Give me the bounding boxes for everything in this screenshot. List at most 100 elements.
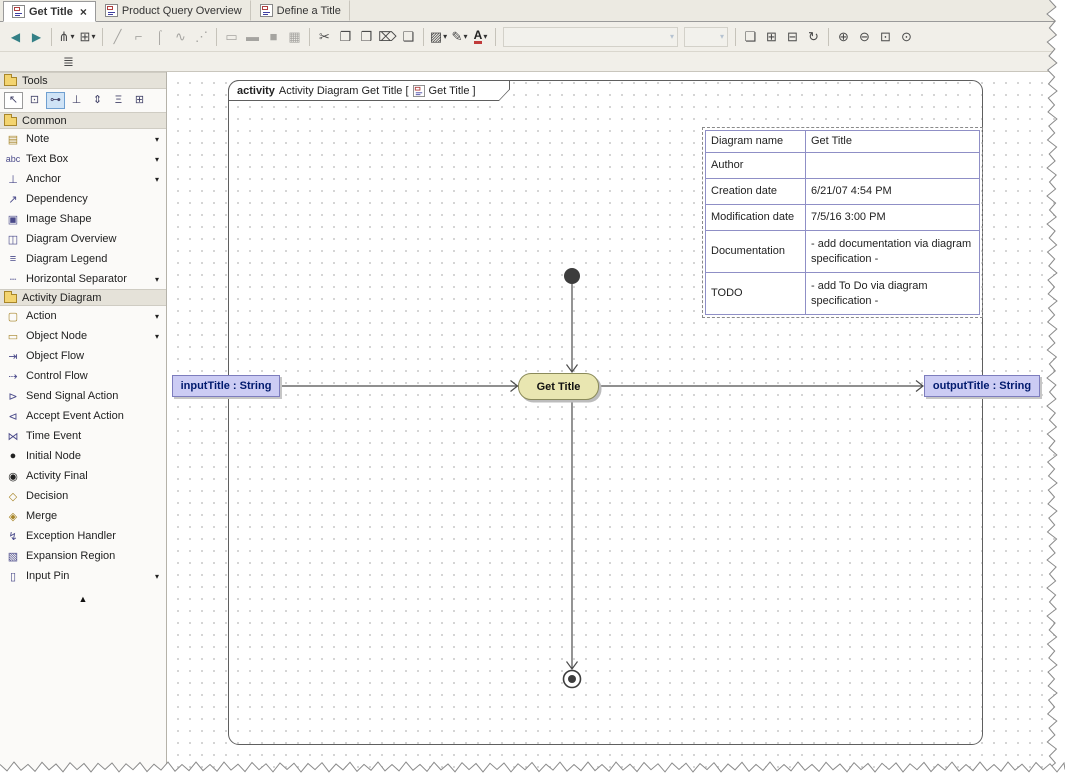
fill-color-button[interactable]: ▨ ▾ [428,26,449,48]
export-icon: ⊟ [787,29,798,44]
delete-button[interactable]: ⌦ [377,26,398,48]
table-row[interactable]: Creation date 6/21/07 4:54 PM [705,178,980,205]
oblique-line-icon: ╱ [113,29,122,44]
chevron-down-icon: ▾ [443,31,448,41]
link-tool-button[interactable]: ⊶ [46,92,65,109]
make-same-height-button[interactable]: ▬ [242,26,263,48]
layout-button[interactable]: ⋔ ▾ [56,26,77,48]
table-row[interactable]: Diagram name Get Title [705,130,980,153]
palette-item-anchor[interactable]: ⊥ Anchor ▾ [0,169,166,189]
bezier-path-button[interactable]: ⌠ [149,26,170,48]
activity-diagram-icon [12,5,25,18]
activity-parameter-input[interactable]: inputTitle : String [172,375,280,397]
copy-button[interactable]: ❐ [335,26,356,48]
expansion-region-icon: ▧ [7,550,19,563]
paste-diagram-icon: ⊞ [766,29,777,44]
palette-item-diagram-overview[interactable]: ◫ Diagram Overview [0,229,166,249]
palette-item-action[interactable]: ▢ Action ▾ [0,306,166,326]
refresh-button[interactable]: ↻ [803,26,824,48]
paste-button[interactable]: ❒ [356,26,377,48]
palette-item-image-shape[interactable]: ▣ Image Shape [0,209,166,229]
palette-item-merge[interactable]: ◈ Merge [0,506,166,526]
palette-item-horizontal-separator[interactable]: ┄ Horizontal Separator ▾ [0,269,166,289]
palette-item-decision[interactable]: ◇ Decision [0,486,166,506]
forward-button[interactable]: ▶ [26,26,47,48]
palette-item-input-pin[interactable]: ▯ Input Pin ▾ [0,566,166,586]
paste-diagram-button[interactable]: ⊞ [761,26,782,48]
font-combobox[interactable]: ▾ [503,26,678,47]
table-row[interactable]: Author [705,152,980,179]
action-node-get-title[interactable]: Get Title [518,373,599,400]
chevron-down-icon[interactable]: ▾ [155,312,162,321]
diagram-info-table[interactable]: Diagram name Get Title Author Creation da… [702,127,983,318]
font-color-button[interactable]: A ▾ [470,26,491,48]
chevron-down-icon[interactable]: ▾ [155,175,162,184]
palette-section-common[interactable]: Common [0,112,166,129]
dashed-line-icon: ⋰ [195,29,208,44]
palette-item-accept-event-action[interactable]: ⊲ Accept Event Action [0,406,166,426]
make-same-size-button[interactable]: ■ [263,26,284,48]
activity-diagram-icon [104,4,118,17]
palette-item-object-flow[interactable]: ⇥ Object Flow [0,346,166,366]
tab-define-a-title[interactable]: Define a Title [251,0,350,21]
activity-parameter-output[interactable]: outputTitle : String [924,375,1040,397]
copy-diagram-button[interactable]: ❏ [740,26,761,48]
back-button[interactable]: ◀ [5,26,26,48]
chevron-down-icon[interactable]: ▾ [155,155,162,164]
palette-item-initial-node[interactable]: ● Initial Node [0,446,166,466]
tab-product-query-overview[interactable]: Product Query Overview [96,0,251,21]
scroll-up-icon[interactable]: ▲ [0,594,166,604]
palette-item-note[interactable]: ▤ Note ▾ [0,129,166,149]
clone-button[interactable]: ❑ [398,26,419,48]
table-row[interactable]: Modification date 7/5/16 3:00 PM [705,204,980,231]
palette-item-control-flow[interactable]: ⇢ Control Flow [0,366,166,386]
zoom-original-button[interactable]: ⊙ [896,26,917,48]
chevron-down-icon[interactable]: ▾ [155,332,162,341]
folder-icon [4,291,17,303]
grid-edit-tool-button[interactable]: ⊞ [130,92,149,109]
zoom-fit-button[interactable]: ⊡ [875,26,896,48]
palette-item-time-event[interactable]: ⋈ Time Event [0,426,166,446]
decision-icon: ◇ [8,490,18,503]
chevron-down-icon: ▾ [463,31,468,41]
anchor-tool-button[interactable]: ⊥ [67,92,86,109]
palette-item-text-box[interactable]: abc Text Box ▾ [0,149,166,169]
chevron-down-icon[interactable]: ▾ [155,135,162,144]
make-same-width-button[interactable]: ▭ [221,26,242,48]
cut-button[interactable]: ✂ [314,26,335,48]
palette-section-activity-diagram[interactable]: Activity Diagram [0,289,166,306]
palette-item-send-signal-action[interactable]: ⊳ Send Signal Action [0,386,166,406]
palette-item-expansion-region[interactable]: ▧ Expansion Region [0,546,166,566]
structure-tree-button[interactable]: ≣ [58,53,79,71]
palette-item-diagram-legend[interactable]: ≡ Diagram Legend [0,249,166,269]
tab-get-title[interactable]: Get Title × [3,1,96,22]
zoom-out-button[interactable]: ⊖ [854,26,875,48]
palette-item-activity-final[interactable]: ◉ Activity Final [0,466,166,486]
export-diagram-button[interactable]: ⊟ [782,26,803,48]
palette-item-exception-handler[interactable]: ↯ Exception Handler [0,526,166,546]
chevron-down-icon[interactable]: ▾ [155,275,162,284]
align-button[interactable]: ⊞ ▾ [77,26,98,48]
palette-item-object-node[interactable]: ▭ Object Node ▾ [0,326,166,346]
selection-tool-button[interactable]: ↖ [4,92,23,109]
stack-tool-button[interactable]: Ξ [109,92,128,109]
rectilinear-path-button[interactable]: ⌐ [128,26,149,48]
tree-icon: ≣ [63,54,74,69]
palette-item-dependency[interactable]: ↗ Dependency [0,189,166,209]
line-color-button[interactable]: ✎ ▾ [449,26,470,48]
chevron-down-icon[interactable]: ▾ [155,572,162,581]
zoom-in-button[interactable]: ⊕ [833,26,854,48]
table-row[interactable]: TODO - add To Do via diagram specificatio… [705,272,980,315]
distribute-tool-button[interactable]: ⇕ [88,92,107,109]
table-row[interactable]: Documentation - add documentation via dia… [705,230,980,273]
palette-section-tools[interactable]: Tools [0,72,166,89]
oblique-path-button[interactable]: ╱ [107,26,128,48]
dashed-path-button[interactable]: ⋰ [191,26,212,48]
layout-grid-button[interactable]: ▦ [284,26,305,48]
font-size-combobox[interactable]: ▾ [684,26,728,47]
pen-color-icon: ✎ [451,29,463,44]
close-tab-icon[interactable]: × [80,6,87,18]
curved-path-button[interactable]: ∿ [170,26,191,48]
diagram-canvas[interactable]: activity Activity Diagram Get Title [ Ge… [167,72,1065,779]
marquee-tool-button[interactable]: ⊡ [25,92,44,109]
